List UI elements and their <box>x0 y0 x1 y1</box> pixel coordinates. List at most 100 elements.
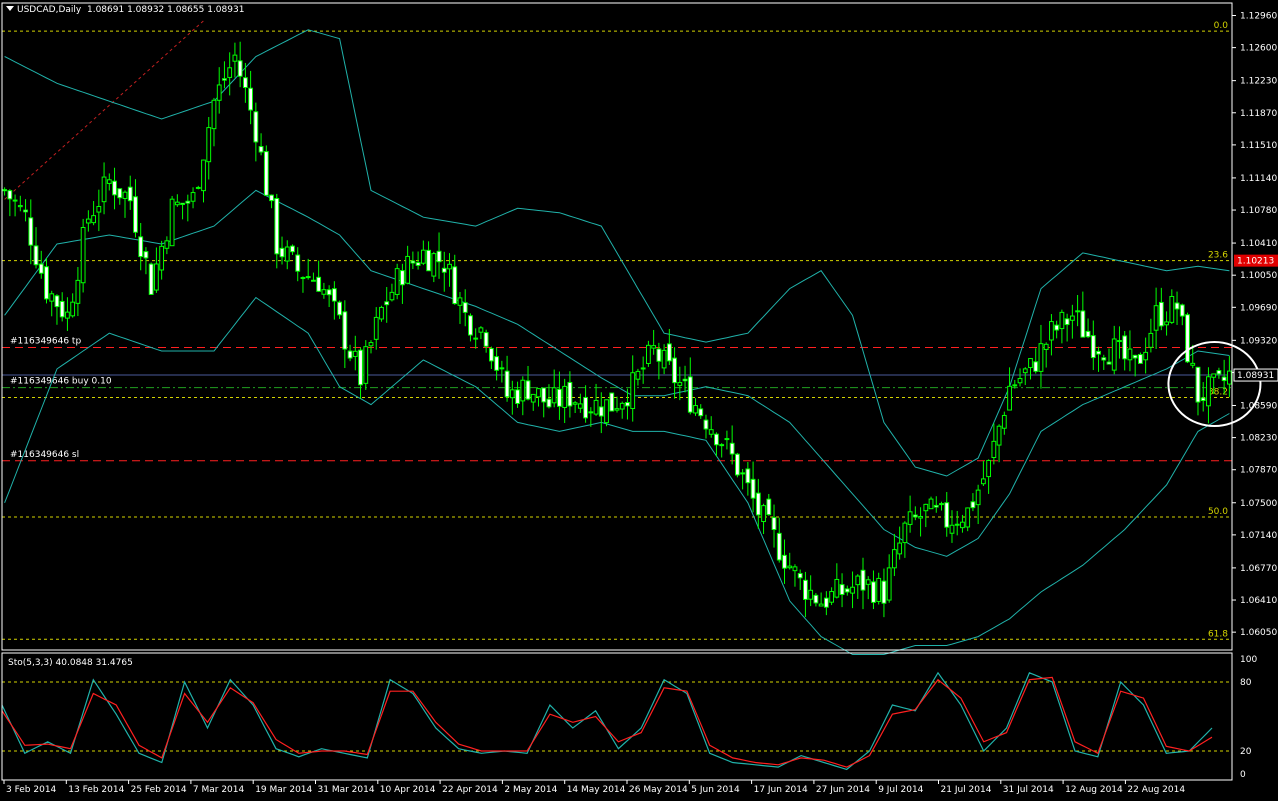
candle-body-bear <box>698 408 704 417</box>
candle-body-bull <box>1038 343 1044 372</box>
candle-body-bear <box>1085 330 1091 338</box>
candle-body-bear <box>258 146 264 153</box>
candle-body-bear <box>483 332 489 347</box>
candle-body-bull <box>154 263 159 291</box>
candle-body-bull <box>661 349 667 369</box>
candle-body-bear <box>782 554 787 569</box>
candle-body-bull <box>373 316 379 340</box>
candle-body-bull <box>363 346 369 384</box>
candle[interactable] <box>169 195 175 247</box>
candle-body-bear <box>839 584 845 596</box>
stoch-tick-label: 0 <box>1240 770 1246 780</box>
candle-body-bear <box>143 251 149 259</box>
trading-chart[interactable]: 0.0 23.6 38.2 50.0 61.8 #116349646 tp #1163496… <box>0 0 1278 797</box>
candle-body-bull <box>1111 338 1117 371</box>
price-tick-label: 1.07140 <box>1240 531 1277 541</box>
candle-body-bull <box>619 402 625 410</box>
candle-body-bull <box>1127 348 1133 361</box>
candle-body-bull <box>70 301 76 317</box>
candle[interactable] <box>604 399 609 427</box>
price-tick-label: 1.11870 <box>1240 109 1277 119</box>
candle[interactable] <box>363 340 369 390</box>
candle-body-bull <box>1164 321 1169 326</box>
candle-body-bull <box>106 179 112 184</box>
candle-body-bear <box>1138 354 1143 364</box>
candle-body-bear <box>253 111 259 143</box>
candle-body-bear <box>326 289 332 296</box>
candle[interactable] <box>379 305 384 322</box>
price-tick-label: 1.09320 <box>1240 336 1277 346</box>
candle-body-bear <box>755 492 761 516</box>
candle-body-bear <box>1200 397 1206 402</box>
candle-body-bull <box>949 524 955 534</box>
candle-body-bull <box>211 99 217 130</box>
candle-body-bull <box>928 498 934 510</box>
order-label: #116349646 sl <box>10 450 79 460</box>
candle-body-bull <box>677 382 683 386</box>
price-tick-label: 1.11140 <box>1240 174 1277 184</box>
candle-body-bear <box>844 588 850 593</box>
candle-body-bull <box>593 399 599 415</box>
price-tick-label: 1.12230 <box>1240 77 1277 87</box>
candle[interactable] <box>609 392 615 412</box>
candle[interactable] <box>394 263 400 300</box>
candle-body-bull <box>1017 378 1023 384</box>
price-tick-label: 1.12600 <box>1240 44 1277 54</box>
collapse-triangle-icon[interactable] <box>6 6 14 11</box>
candle-body-bull <box>954 523 960 526</box>
chart-svg[interactable]: 0.0 23.6 38.2 50.0 61.8 #116349646 tp #1163496… <box>0 0 1278 797</box>
candle[interactable] <box>263 145 269 196</box>
candle-body-bull <box>850 586 855 594</box>
candle[interactable] <box>734 452 740 478</box>
candle[interactable] <box>80 218 86 293</box>
candle-body-bear <box>44 266 49 300</box>
fib-level-label: 38.2 <box>1208 387 1228 397</box>
candle-body-bear <box>1221 376 1227 382</box>
candle-body-bear <box>714 433 719 446</box>
time-tick-label: 26 May 2014 <box>629 785 688 795</box>
time-tick-label: 12 Aug 2014 <box>1065 785 1123 795</box>
candle-body-bull <box>457 297 463 306</box>
candle-body-bear <box>881 580 887 604</box>
candle-body-bear <box>462 302 468 313</box>
candle-body-bear <box>1158 301 1164 327</box>
candle-body-bull <box>1206 376 1211 407</box>
candle-body-bull <box>1022 368 1028 374</box>
candle-body-bull <box>473 337 479 340</box>
candle[interactable] <box>1138 352 1143 364</box>
candle-body-bear <box>666 343 672 362</box>
candle-body-bull <box>646 344 651 364</box>
candle-body-bull <box>897 542 903 555</box>
price-tick-label: 1.07500 <box>1240 499 1277 509</box>
candle-body-bull <box>368 342 374 347</box>
candle-body-bear <box>274 197 280 255</box>
candle-body-bear <box>1174 302 1180 310</box>
candle[interactable] <box>148 262 154 295</box>
candle-body-bull <box>1043 343 1049 350</box>
candle-body-bull <box>818 603 824 607</box>
candle-body-bear <box>625 402 630 407</box>
candle-body-bull <box>693 405 698 414</box>
candle-body-bear <box>515 389 520 404</box>
stoch-tick-label: 80 <box>1240 678 1252 688</box>
candle-body-bear <box>598 406 604 417</box>
candle-body-bear <box>180 202 185 205</box>
price-tick-label: 1.07870 <box>1240 466 1277 476</box>
candle-body-bull <box>834 578 840 598</box>
candle-body-bear <box>269 194 274 202</box>
candle-body-bull <box>604 399 609 424</box>
candle-body-bull <box>216 84 222 101</box>
candle-body-bull <box>829 591 834 603</box>
candle-body-bull <box>975 489 981 506</box>
candle-body-bull <box>724 438 730 441</box>
candle[interactable] <box>1185 312 1190 364</box>
candle-body-bull <box>389 291 395 301</box>
candle-body-bull <box>536 388 541 398</box>
candle-body-bear <box>263 151 269 196</box>
candle-body-bear <box>468 315 473 336</box>
candle-body-bull <box>1153 305 1159 331</box>
candle-body-bull <box>164 240 170 249</box>
candle-body-bear <box>28 217 34 246</box>
candle-body-bull <box>284 246 290 262</box>
time-tick-label: 31 Mar 2014 <box>318 785 375 795</box>
